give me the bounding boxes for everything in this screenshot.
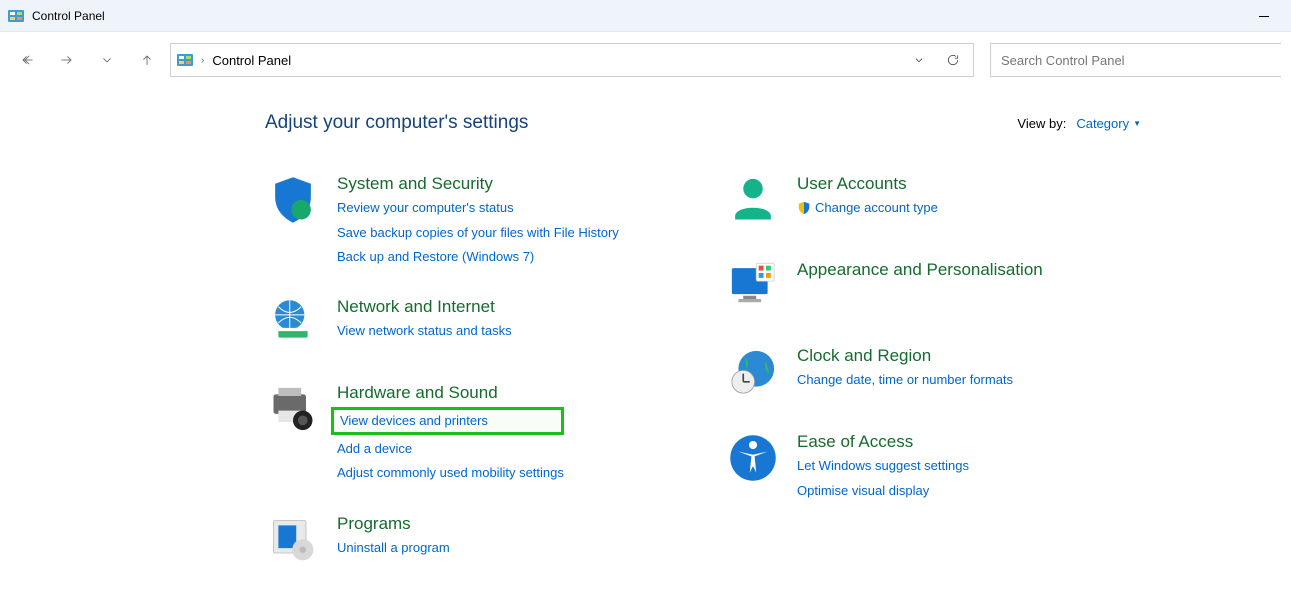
category-system-and-security: System and Security Review your computer'… [265, 174, 665, 267]
category-title[interactable]: Ease of Access [797, 432, 969, 452]
titlebar: Control Panel [0, 0, 1291, 32]
clock-region-icon [725, 346, 781, 402]
right-column: User Accounts Change account type Appearan… [725, 174, 1125, 570]
shield-icon [265, 174, 321, 230]
category-programs: Programs Uninstall a program [265, 514, 665, 570]
category-title[interactable]: System and Security [337, 174, 619, 194]
address-dropdown-button[interactable] [905, 46, 933, 74]
category-hardware-and-sound: Hardware and Sound View devices and print… [265, 383, 665, 484]
search-input[interactable] [1001, 53, 1271, 68]
window-title: Control Panel [32, 9, 105, 23]
category-user-accounts: User Accounts Change account type [725, 174, 1125, 230]
viewby-value: Category [1076, 116, 1129, 131]
minimize-button[interactable] [1241, 0, 1287, 32]
category-title[interactable]: Clock and Region [797, 346, 1013, 366]
dropdown-triangle-icon: ▼ [1133, 119, 1141, 128]
search-box[interactable] [990, 43, 1281, 77]
category-link[interactable]: Change date, time or number formats [797, 370, 1013, 390]
ease-icon [725, 432, 781, 488]
category-ease-of-access: Ease of Access Let Windows suggest settin… [725, 432, 1125, 501]
category-body: Network and Internet View network status … [337, 297, 512, 353]
refresh-button[interactable] [939, 46, 967, 74]
category-link[interactable]: Change account type [797, 198, 938, 221]
back-button[interactable] [10, 43, 44, 77]
category-link[interactable]: Save backup copies of your files with Fi… [337, 223, 619, 243]
category-body: Hardware and SoundView devices and print… [337, 383, 564, 484]
uac-shield-icon [797, 201, 811, 215]
category-clock-and-region: Clock and Region Change date, time or num… [725, 346, 1125, 402]
category-appearance-and-personalisation: Appearance and Personalisation [725, 260, 1125, 316]
printer-cam-icon [265, 383, 321, 439]
category-body: Clock and Region Change date, time or num… [797, 346, 1013, 402]
category-body: System and Security Review your computer'… [337, 174, 619, 267]
category-link[interactable]: View devices and printers [331, 407, 564, 435]
content-area: Adjust your computer's settings View by:… [0, 88, 1291, 570]
recent-locations-button[interactable] [90, 43, 124, 77]
address-bar[interactable]: › Control Panel [170, 43, 974, 77]
category-body: Programs Uninstall a program [337, 514, 450, 570]
window-controls [1241, 0, 1287, 32]
programs-icon [265, 514, 321, 570]
category-link-label: Change account type [815, 198, 938, 218]
forward-button[interactable] [50, 43, 84, 77]
breadcrumb-root[interactable]: Control Panel [212, 53, 291, 68]
category-link[interactable]: Add a device [337, 439, 564, 459]
category-link[interactable]: Back up and Restore (Windows 7) [337, 247, 619, 267]
page-title: Adjust your computer's settings [265, 112, 1017, 134]
category-title[interactable]: Network and Internet [337, 297, 512, 317]
appearance-icon [725, 260, 781, 316]
up-button[interactable] [130, 43, 164, 77]
category-body: Ease of Access Let Windows suggest settin… [797, 432, 969, 501]
category-link[interactable]: Let Windows suggest settings [797, 456, 969, 476]
category-title[interactable]: User Accounts [797, 174, 938, 194]
control-panel-icon [8, 8, 24, 24]
category-link[interactable]: View network status and tasks [337, 321, 512, 341]
breadcrumb-chevron-icon[interactable]: › [201, 55, 204, 66]
category-link[interactable]: Review your computer's status [337, 198, 619, 218]
address-icon [177, 52, 193, 68]
category-link[interactable]: Optimise visual display [797, 481, 969, 501]
category-body: Appearance and Personalisation [797, 260, 1043, 316]
globe-net-icon [265, 297, 321, 353]
content-header: Adjust your computer's settings View by:… [0, 112, 1291, 134]
category-network-and-internet: Network and Internet View network status … [265, 297, 665, 353]
category-link[interactable]: Adjust commonly used mobility settings [337, 463, 564, 483]
category-link[interactable]: Uninstall a program [337, 538, 450, 558]
category-title[interactable]: Appearance and Personalisation [797, 260, 1043, 280]
left-column: System and Security Review your computer'… [265, 174, 665, 570]
user-icon [725, 174, 781, 230]
category-grid: System and Security Review your computer'… [0, 134, 1291, 570]
viewby-label: View by: [1017, 116, 1066, 131]
viewby-dropdown[interactable]: Category ▼ [1076, 116, 1141, 131]
navbar: › Control Panel [0, 32, 1291, 88]
category-title[interactable]: Hardware and Sound [337, 383, 564, 403]
category-title[interactable]: Programs [337, 514, 450, 534]
category-body: User Accounts Change account type [797, 174, 938, 230]
